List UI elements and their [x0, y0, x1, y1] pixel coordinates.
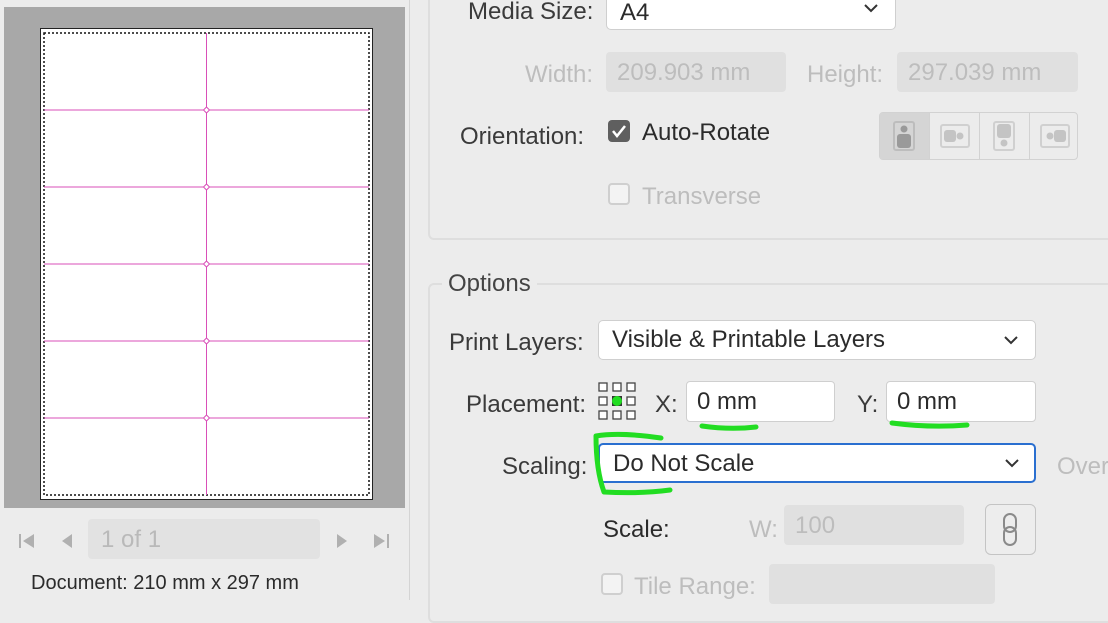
chevron-down-icon — [863, 0, 879, 45]
page-preview — [40, 28, 373, 500]
chevron-down-icon — [1004, 445, 1020, 488]
tile-range-checkbox[interactable] — [601, 573, 623, 595]
prev-page-icon[interactable] — [58, 531, 78, 555]
link-proportions-button[interactable] — [985, 504, 1036, 555]
media-size-dropdown[interactable]: A4 — [606, 0, 896, 30]
document-size-info: Document: 210 mm x 297 mm — [31, 572, 299, 594]
placement-grid-icon[interactable] — [598, 382, 638, 427]
scaling-dropdown[interactable]: Do Not Scale — [598, 443, 1036, 483]
options-legend: Options — [442, 270, 537, 298]
orientation-buttons — [879, 112, 1078, 160]
scaling-label: Scaling: — [502, 453, 588, 480]
reverse-landscape-orientation-button[interactable] — [1030, 113, 1079, 159]
preview-area — [4, 7, 405, 508]
guide-intersection-marker — [202, 260, 211, 268]
reverse-portrait-orientation-button[interactable] — [980, 113, 1030, 159]
portrait-icon — [893, 121, 915, 151]
tile-range-label: Tile Range: — [634, 573, 756, 600]
landscape-orientation-button[interactable] — [930, 113, 980, 159]
orientation-label: Orientation: — [460, 123, 585, 150]
scale-width-field: 100 — [784, 505, 964, 545]
print-preview-pane: 1 of 1 Document: 210 mm x 297 mm — [0, 0, 410, 600]
guide-intersection-marker — [202, 183, 211, 191]
scale-w-label: W: — [749, 516, 778, 543]
page-guides — [43, 32, 370, 496]
transverse-label: Transverse — [642, 183, 762, 210]
reverse-landscape-icon — [1040, 124, 1070, 148]
tile-range-field — [769, 564, 995, 604]
media-size-label: Media Size: — [462, 0, 600, 26]
chevron-down-icon — [1003, 321, 1019, 374]
scale-label: Scale: — [603, 516, 670, 543]
portrait-orientation-button[interactable] — [880, 113, 930, 159]
guide-intersection-marker — [202, 106, 211, 114]
media-size-value: A4 — [620, 0, 650, 26]
print-layers-dropdown[interactable]: Visible & Printable Layers — [598, 320, 1036, 360]
first-page-icon[interactable] — [17, 531, 37, 555]
link-icon — [1003, 513, 1017, 546]
y-offset-field[interactable]: 0 mm — [886, 381, 1036, 422]
last-page-icon[interactable] — [371, 531, 391, 555]
landscape-icon — [940, 124, 970, 148]
auto-rotate-label: Auto-Rotate — [642, 119, 771, 146]
reverse-portrait-icon — [993, 121, 1015, 151]
guide-intersection-marker — [202, 337, 211, 345]
guide-intersection-marker — [202, 414, 211, 422]
transverse-checkbox[interactable] — [608, 183, 630, 205]
y-label: Y: — [857, 391, 879, 418]
placement-label: Placement: — [466, 391, 587, 418]
height-label: Height: — [807, 61, 884, 88]
next-page-icon[interactable] — [332, 531, 352, 555]
x-label: X: — [655, 391, 678, 418]
page-number-field[interactable]: 1 of 1 — [88, 519, 320, 559]
checkmark-icon — [612, 125, 626, 139]
auto-rotate-checkbox[interactable] — [608, 120, 630, 142]
width-label: Width: — [525, 61, 594, 88]
width-field: 209.903 mm — [606, 52, 786, 92]
height-field: 297.039 mm — [897, 52, 1078, 92]
print-layers-label: Print Layers: — [449, 329, 584, 356]
x-offset-field[interactable]: 0 mm — [686, 381, 835, 422]
overflow-label: Over — [1057, 453, 1108, 480]
scaling-value: Do Not Scale — [613, 450, 755, 477]
print-layers-value: Visible & Printable Layers — [612, 326, 886, 353]
